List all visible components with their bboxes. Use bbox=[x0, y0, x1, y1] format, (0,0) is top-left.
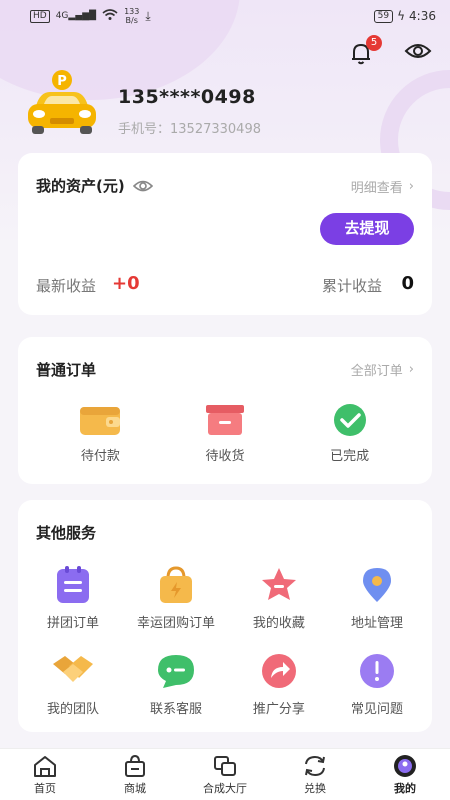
share-icon bbox=[261, 654, 296, 688]
order-pending-receipt[interactable]: 待收货 bbox=[175, 403, 275, 464]
latest-income-label: 最新收益 bbox=[36, 277, 97, 295]
service-lucky-group-orders[interactable]: 幸运团购订单 bbox=[122, 566, 230, 631]
service-faq[interactable]: 常见问题 bbox=[328, 652, 426, 717]
service-group-orders[interactable]: 拼团订单 bbox=[24, 566, 122, 631]
chevron-right-icon: › bbox=[408, 362, 414, 377]
service-promote-share[interactable]: 推广分享 bbox=[230, 652, 328, 717]
all-orders-link[interactable]: 全部订单 › bbox=[351, 360, 414, 379]
detail-link[interactable]: 明细查看 › bbox=[351, 177, 414, 196]
username-phone: 135****0498 bbox=[118, 86, 256, 108]
check-icon bbox=[333, 404, 366, 436]
profile-icon bbox=[394, 754, 416, 777]
avatar[interactable]: P bbox=[22, 70, 102, 140]
lucky-bag-icon bbox=[159, 566, 192, 603]
services-card: 其他服务 拼团订单 幸运团购订单 我的收藏 地址管理 我的团队 联系客服 推广分… bbox=[18, 500, 432, 732]
tab-merge-hall[interactable]: 合成大厅 bbox=[180, 749, 270, 800]
profile-header: P 135****0498 手机号：13527330498 bbox=[22, 70, 432, 140]
chevron-right-icon: › bbox=[408, 179, 414, 194]
exchange-icon bbox=[305, 755, 325, 776]
total-income-label: 累计收益 bbox=[322, 277, 383, 295]
order-completed[interactable]: 已完成 bbox=[300, 403, 400, 464]
clock: 4:36 bbox=[409, 9, 436, 23]
charging-icon: ϟ bbox=[397, 9, 406, 23]
tab-shop[interactable]: 商城 bbox=[90, 749, 180, 800]
latest-income-value: +0 bbox=[112, 273, 140, 294]
svg-text:P: P bbox=[57, 74, 67, 89]
question-icon bbox=[359, 654, 394, 688]
tab-home[interactable]: 首页 bbox=[0, 749, 90, 800]
battery-indicator: 59 bbox=[373, 9, 394, 23]
network-speed: 133 B/s bbox=[124, 7, 140, 25]
notification-bell[interactable]: 5 bbox=[348, 35, 382, 66]
withdraw-button[interactable]: 去提现 bbox=[320, 213, 414, 245]
settings-eye-button[interactable] bbox=[404, 38, 432, 68]
tab-profile[interactable]: 我的 bbox=[360, 749, 450, 800]
service-favorites[interactable]: 我的收藏 bbox=[230, 566, 328, 631]
service-address[interactable]: 地址管理 bbox=[328, 566, 426, 631]
signal-icon: 4G▂▄▆█ bbox=[55, 11, 97, 21]
orders-card: 普通订单 全部订单 › 待付款 待收货 已完成 bbox=[18, 337, 432, 484]
services-title: 其他服务 bbox=[36, 524, 97, 542]
service-my-team[interactable]: 我的团队 bbox=[24, 652, 122, 717]
assets-title: 我的资产(元) bbox=[36, 175, 153, 196]
chat-icon bbox=[157, 655, 194, 688]
order-pending-payment[interactable]: 待付款 bbox=[50, 403, 150, 464]
download-icon: ⤓ bbox=[145, 8, 151, 23]
eye-icon bbox=[404, 44, 432, 58]
orders-title: 普通订单 bbox=[36, 361, 97, 379]
wifi-icon bbox=[102, 8, 118, 24]
location-pin-icon bbox=[362, 568, 391, 602]
notification-badge: 5 bbox=[366, 35, 382, 51]
home-icon bbox=[34, 755, 56, 777]
bottom-tab-bar: 首页 商城 合成大厅 兑换 我的 bbox=[0, 748, 450, 800]
top-actions: 5 bbox=[348, 35, 432, 68]
total-income-value: 0 bbox=[401, 273, 414, 294]
clipboard-icon bbox=[57, 566, 90, 603]
handshake-icon bbox=[53, 656, 94, 682]
eye-icon[interactable] bbox=[132, 178, 153, 194]
star-icon bbox=[261, 568, 296, 600]
wallet-icon bbox=[80, 407, 121, 435]
merge-icon bbox=[214, 755, 236, 776]
tab-exchange[interactable]: 兑换 bbox=[270, 749, 360, 800]
shop-icon bbox=[125, 754, 145, 777]
status-bar: HD 4G▂▄▆█ 133 B/s ⤓ 59 ϟ 4:36 bbox=[0, 0, 450, 32]
assets-card: 我的资产(元) 明细查看 › 去提现 最新收益 +0 累计收益 0 bbox=[18, 153, 432, 315]
service-customer-support[interactable]: 联系客服 bbox=[122, 652, 230, 717]
box-icon bbox=[205, 405, 244, 435]
hd-indicator: HD bbox=[30, 9, 50, 23]
car-avatar-icon: P bbox=[28, 70, 96, 134]
phone-number: 手机号：13527330498 bbox=[118, 122, 261, 137]
